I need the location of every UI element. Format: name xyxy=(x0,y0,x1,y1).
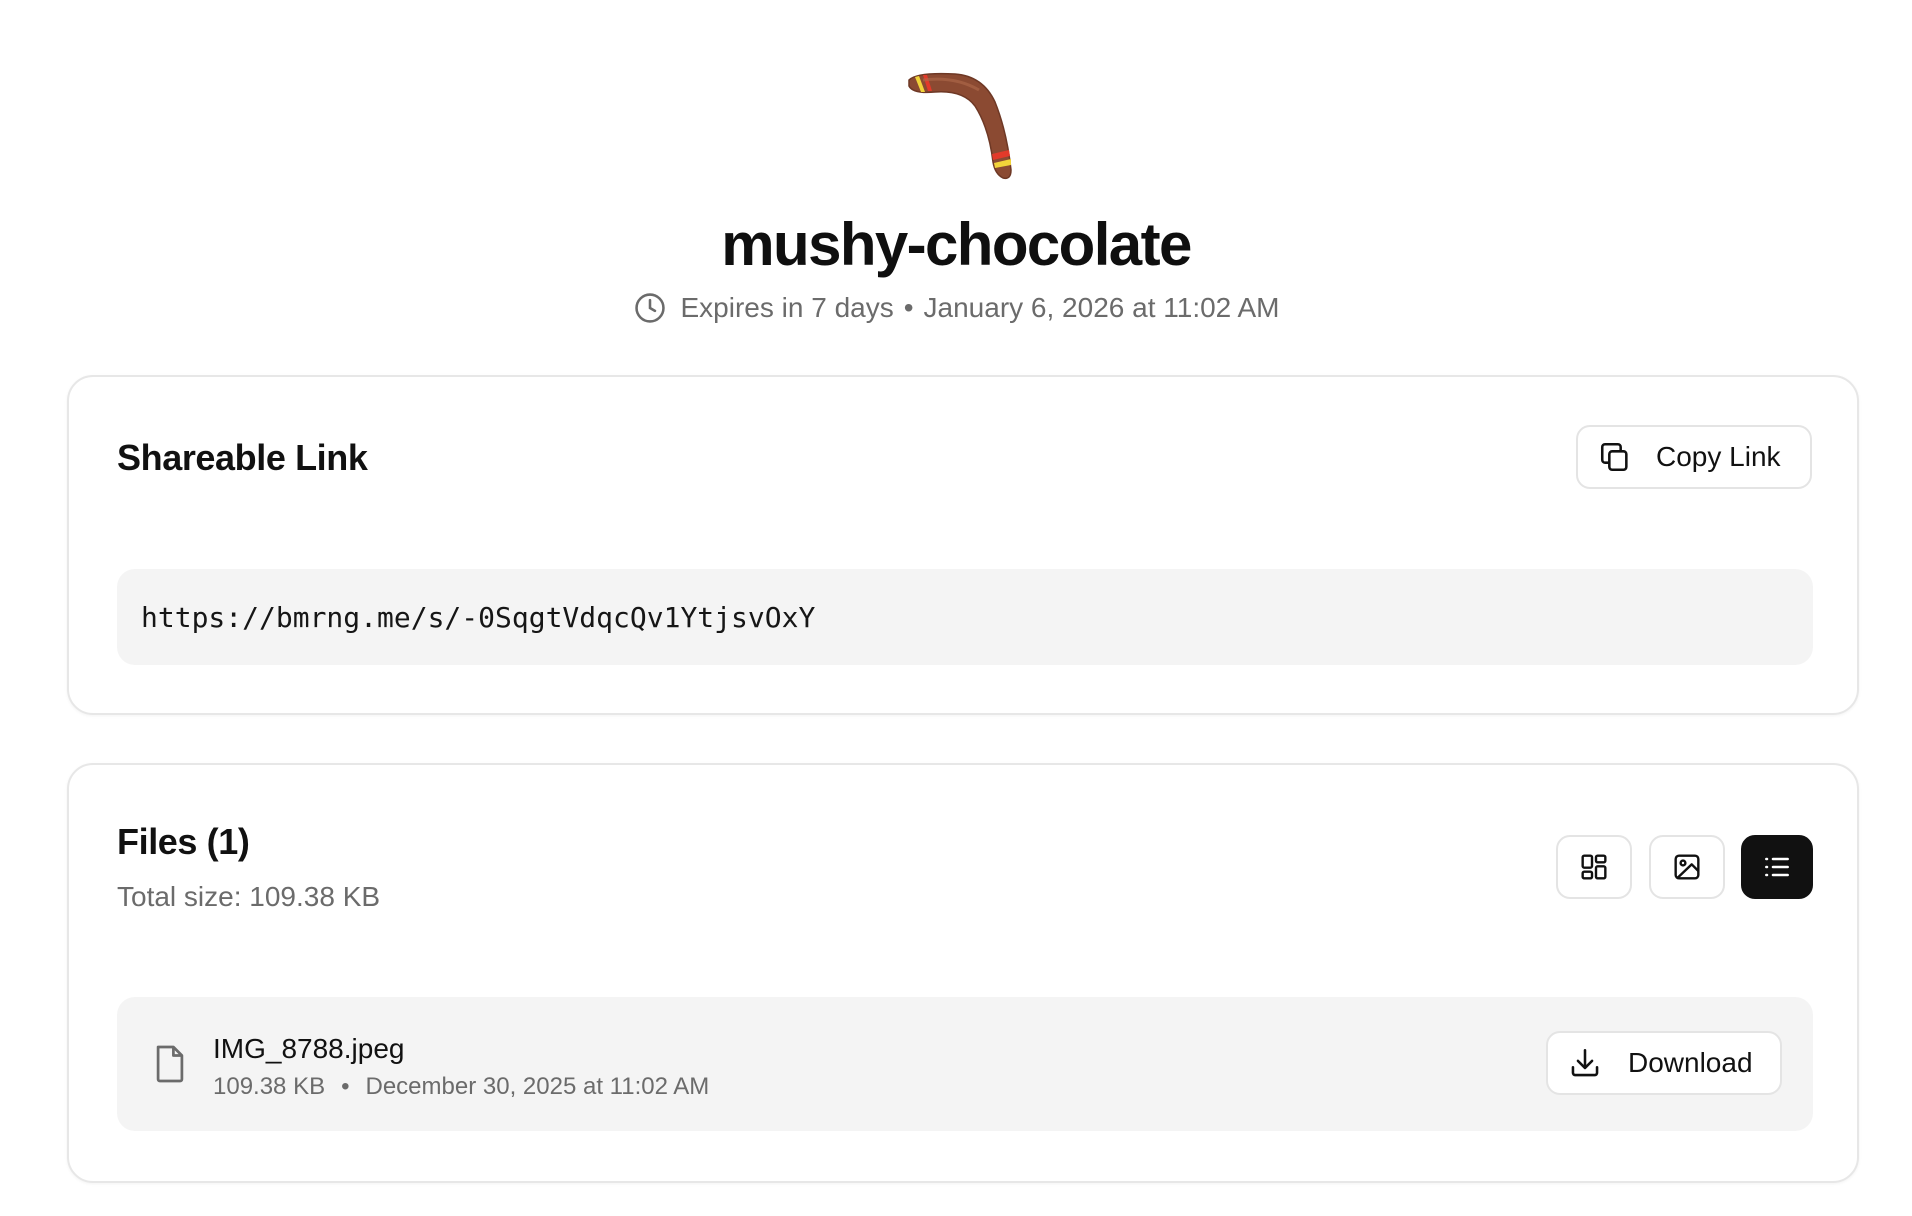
download-button[interactable]: Download xyxy=(1546,1031,1782,1095)
file-list-item[interactable]: IMG_8788.jpeg 109.38 KB • December 30, 2… xyxy=(117,997,1813,1131)
file-size: 109.38 KB xyxy=(213,1073,326,1100)
file-icon xyxy=(156,1045,184,1083)
page: mushy-chocolate Expires in 7 days • Janu… xyxy=(0,0,1912,1216)
files-title: Files (1) xyxy=(117,821,250,862)
boomerang-logo xyxy=(908,72,1012,180)
download-label: Download xyxy=(1628,1047,1753,1078)
grid-icon xyxy=(1581,854,1607,880)
gallery-view-button[interactable] xyxy=(1649,835,1725,899)
expires-at: January 6, 2026 at 11:02 AM xyxy=(923,292,1280,323)
clock-icon xyxy=(634,293,665,323)
file-meta: 109.38 KB • December 30, 2025 at 11:02 A… xyxy=(213,1073,709,1101)
expires-text: Expires in 7 days xyxy=(680,292,894,323)
file-meta-separator: • xyxy=(341,1073,350,1100)
copy-icon xyxy=(1600,442,1628,472)
copy-link-label: Copy Link xyxy=(1656,441,1781,472)
expiry-info: Expires in 7 days • January 6, 2026 at 1… xyxy=(0,288,1912,328)
file-date: December 30, 2025 at 11:02 AM xyxy=(365,1073,710,1100)
shareable-link-card: Shareable Link Copy Link https://bmrng.m… xyxy=(67,375,1859,715)
files-card: Files (1) Total size: 109.38 KB IMG_8788… xyxy=(67,763,1859,1183)
copy-link-button[interactable]: Copy Link xyxy=(1576,425,1812,489)
shareable-link-title: Shareable Link xyxy=(117,437,368,478)
download-icon xyxy=(1571,1048,1599,1077)
page-title: mushy-chocolate xyxy=(721,211,1192,278)
image-icon xyxy=(1674,854,1700,880)
grid-view-button[interactable] xyxy=(1556,835,1632,899)
file-name: IMG_8788.jpeg xyxy=(213,1033,405,1064)
share-url-field[interactable]: https://bmrng.me/s/-0SqgtVdqcQv1YtjsvOxY xyxy=(117,569,1813,665)
expiry-separator: • xyxy=(903,292,914,323)
list-icon xyxy=(1765,857,1789,877)
total-size: Total size: 109.38 KB xyxy=(117,881,381,912)
list-view-button[interactable] xyxy=(1741,835,1813,899)
